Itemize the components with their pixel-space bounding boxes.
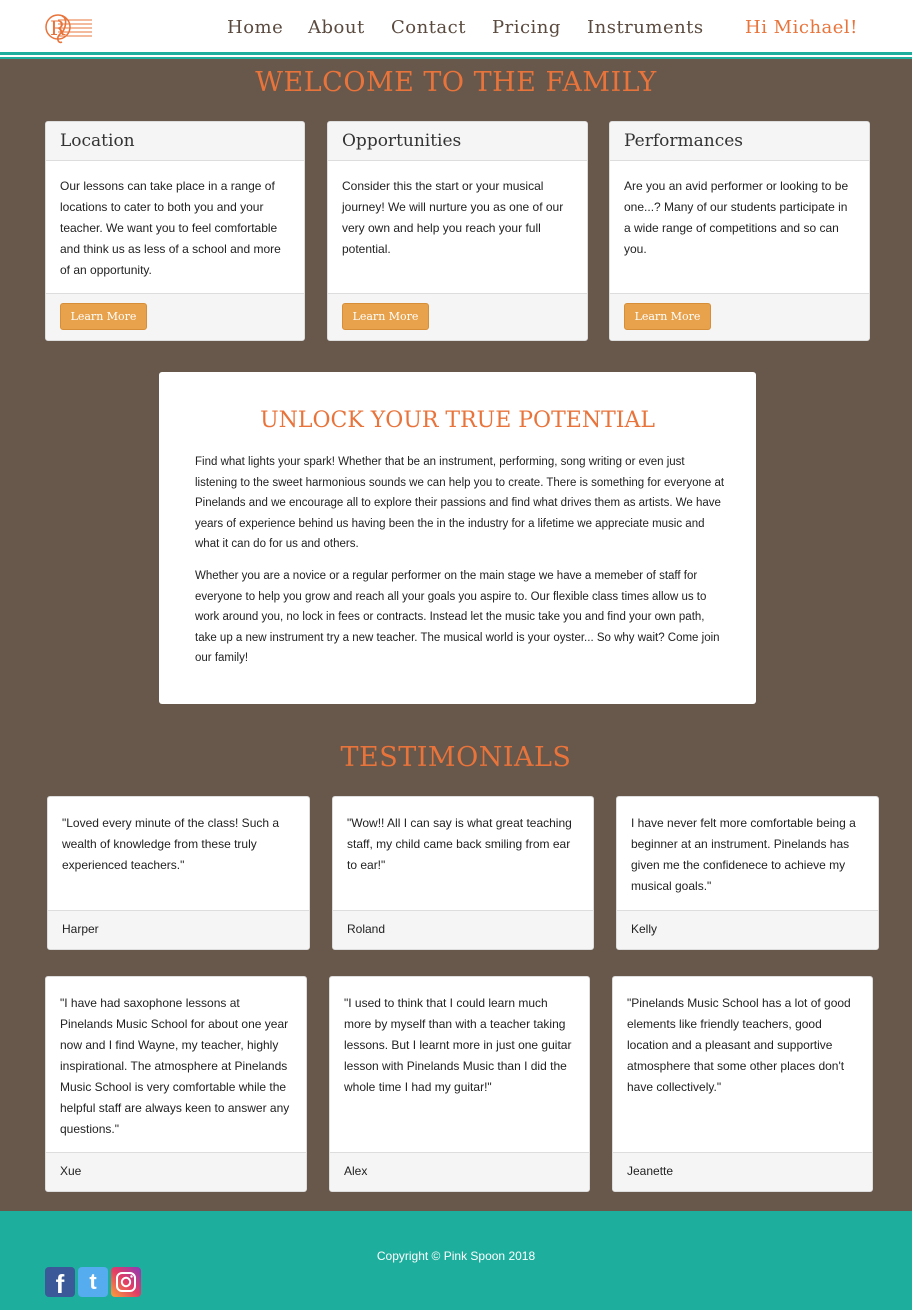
testimonial-author: Roland — [333, 910, 593, 949]
testimonial-card: "Wow!! All I can say is what great teach… — [332, 796, 594, 950]
feature-card-location: Location Our lessons can take place in a… — [45, 121, 305, 341]
testimonial-author: Alex — [330, 1152, 589, 1191]
testimonial-quote: "Wow!! All I can say is what great teach… — [347, 816, 572, 872]
testimonial-author: Jeanette — [613, 1152, 872, 1191]
testimonials-title: TESTIMONIALS — [340, 742, 572, 773]
card-footer: Learn More — [328, 293, 587, 340]
main-nav: Home About Contact Pricing Instruments H… — [0, 17, 912, 41]
nav-pricing[interactable]: Pricing — [492, 17, 561, 38]
instagram-glyph — [116, 1272, 136, 1292]
instagram-icon[interactable] — [111, 1267, 141, 1297]
nav-instruments[interactable]: Instruments — [587, 17, 704, 38]
testimonial-card: I have never felt more comfortable being… — [616, 796, 879, 950]
card-text: Our lessons can take place in a range of… — [60, 179, 281, 277]
nav-about[interactable]: About — [308, 17, 365, 38]
learn-more-button[interactable]: Learn More — [624, 303, 711, 330]
learn-more-button[interactable]: Learn More — [60, 303, 147, 330]
card-text: Consider this the start or your musical … — [342, 179, 564, 256]
twitter-glyph: t — [89, 1269, 97, 1294]
card-footer: Learn More — [46, 293, 304, 340]
testimonial-card: "Loved every minute of the class! Such a… — [47, 796, 310, 950]
feature-card-opportunities: Opportunities Consider this the start or… — [327, 121, 588, 341]
facebook-glyph: f — [55, 1269, 65, 1299]
testimonial-quote: "Pinelands Music School has a lot of goo… — [627, 996, 851, 1094]
testimonial-card: "I have had saxophone lessons at Pinelan… — [45, 976, 307, 1192]
potential-paragraph-2: Whether you are a novice or a regular pe… — [195, 570, 720, 665]
potential-panel: UNLOCK YOUR TRUE POTENTIAL Find what lig… — [159, 372, 756, 704]
copyright-text: Copyright © Pink Spoon 2018 — [376, 1249, 536, 1263]
card-footer: Learn More — [610, 293, 869, 340]
testimonial-card: "Pinelands Music School has a lot of goo… — [612, 976, 873, 1192]
welcome-title: WELCOME TO THE FAMILY — [255, 67, 657, 98]
card-text: Are you an avid performer or looking to … — [624, 179, 849, 256]
card-title: Opportunities — [328, 122, 587, 161]
site-header: R Home About Contact Pricing Instruments… — [0, 0, 912, 52]
facebook-icon[interactable]: f — [45, 1267, 75, 1299]
nav-contact[interactable]: Contact — [391, 17, 466, 38]
nav-home[interactable]: Home — [227, 17, 283, 38]
potential-title: UNLOCK YOUR TRUE POTENTIAL — [260, 408, 655, 433]
learn-more-button[interactable]: Learn More — [342, 303, 429, 330]
testimonial-quote: "Loved every minute of the class! Such a… — [62, 816, 280, 872]
testimonial-author: Xue — [46, 1152, 306, 1191]
testimonial-quote: "I used to think that I could learn much… — [344, 996, 572, 1094]
card-title: Location — [46, 122, 304, 161]
card-title: Performances — [610, 122, 869, 161]
testimonial-quote: I have never felt more comfortable being… — [631, 816, 856, 893]
header-divider-lower — [0, 57, 912, 59]
potential-paragraph-1: Find what lights your spark! Whether tha… — [195, 456, 725, 551]
user-greeting[interactable]: Hi Michael! — [745, 17, 858, 38]
feature-card-performances: Performances Are you an avid performer o… — [609, 121, 870, 341]
testimonial-quote: "I have had saxophone lessons at Pinelan… — [60, 996, 290, 1136]
twitter-icon[interactable]: t — [78, 1267, 108, 1297]
site-footer: Copyright © Pink Spoon 2018 f t — [0, 1211, 912, 1310]
testimonial-author: Harper — [48, 910, 309, 949]
testimonial-card: "I used to think that I could learn much… — [329, 976, 590, 1192]
testimonial-author: Kelly — [617, 910, 878, 949]
